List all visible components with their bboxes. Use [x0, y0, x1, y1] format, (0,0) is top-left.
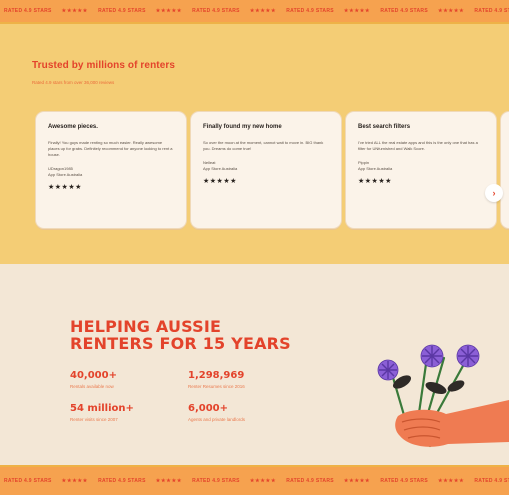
ticker-item: RATED 4.9 STARS★★★★★ [474, 8, 509, 14]
stat-visits: 54 million+ Renter visits since 2007 [70, 403, 134, 422]
ticker-text: RATED 4.9 STARS [192, 478, 240, 484]
chevron-right-icon: › [492, 188, 496, 198]
ticker-text: RATED 4.9 STARS [98, 478, 146, 484]
stat-label: Rentals available now [70, 384, 114, 389]
ticker-item: RATED 4.9 STARS ★★★★★ [98, 478, 182, 484]
ticker-item: RATED 4.9 STARS ★★★★★ [98, 8, 182, 14]
stat-value: 1,298,969 [188, 370, 245, 381]
ticker-item: RATED 4.9 STARS ★★★★★ [380, 8, 464, 14]
ticker-text: RATED 4.9 STARS [4, 8, 52, 14]
star-icon: ★★★★★ [437, 478, 465, 484]
star-rating: ★★★★★ [203, 178, 237, 185]
ticker-text: RATED 4.9 STARS [380, 478, 428, 484]
stats-section: HELPING AUSSIE RENTERS FOR 15 YEARS 40,0… [0, 264, 509, 465]
star-icon: ★★★★★ [249, 8, 277, 14]
stat-label: Agents and private landlords [188, 417, 246, 422]
ratings-ticker-top: RATED 4.9 STARS ★★★★★ RATED 4.9 STARS ★★★★★… [0, 0, 509, 24]
ticker-text: RATED 4.9 STARS [4, 478, 52, 484]
star-icon: ★★★★★ [437, 8, 465, 14]
review-title: Awesome pieces. [48, 124, 98, 130]
carousel-next-button[interactable]: › [485, 184, 503, 202]
ticker-text: RATED 4.9 STARS [98, 8, 146, 14]
star-icon: ★★★★★ [249, 478, 277, 484]
ticker-text: RATED 4.9 STARS [474, 478, 509, 484]
ticker-item: RATED 4.9 STARS ★★★★★ [286, 8, 370, 14]
ticker-item: RATED 4.9 STARS★★★★★ [474, 478, 509, 484]
ticker-item: RATED 4.9 STARS ★★★★★ [192, 8, 276, 14]
star-icon: ★★★★★ [61, 8, 89, 14]
review-title: Best search filters [358, 124, 411, 130]
star-rating: ★★★★★ [358, 178, 392, 185]
flower-bouquet-illustration [377, 344, 509, 448]
ticker-text: RATED 4.9 STARS [474, 8, 509, 14]
star-icon: ★★★★★ [343, 8, 371, 14]
reviews-title: Trusted by millions of renters [32, 60, 176, 71]
stat-agents: 6,000+ Agents and private landlords [188, 403, 245, 422]
reviews-subtitle: Rated 4.9 stars from over 36,000 reviews [32, 80, 115, 85]
review-source: App Store Australia [203, 165, 238, 171]
ratings-ticker-bottom: RATED 4.9 STARS ★★★★★ RATED 4.9 STARS ★★★★★… [0, 465, 509, 495]
star-icon: ★★★★★ [343, 478, 371, 484]
stat-rentals: 40,000+ Rentals available now [70, 370, 117, 389]
reviews-section: Trusted by millions of renters Rated 4.9… [0, 24, 509, 264]
ticker-text: RATED 4.9 STARS [286, 478, 334, 484]
review-source: App Store Australia [48, 171, 83, 177]
stat-resumes: 1,298,969 Renter Resumes since 2016 [188, 370, 245, 389]
review-body: Finally! You guys made renting so much e… [48, 140, 173, 157]
star-icon: ★★★★★ [155, 478, 183, 484]
stats-headline: HELPING AUSSIE RENTERS FOR 15 YEARS [70, 318, 291, 352]
star-icon: ★★★★★ [155, 8, 183, 14]
ticker-item: RATED 4.9 STARS ★★★★★ [4, 8, 88, 14]
review-title: Finally found my new home [203, 124, 282, 130]
ticker-item: RATED 4.9 STARS ★★★★★ [4, 478, 88, 484]
review-body: So over the moon at the moment, cannot w… [203, 140, 324, 151]
ticker-text: RATED 4.9 STARS [380, 8, 428, 14]
ticker-text: RATED 4.9 STARS [192, 8, 240, 14]
star-icon: ★★★★★ [61, 478, 89, 484]
review-body: I've tried ALL the real estate apps and … [358, 140, 478, 151]
review-card: Finally found my new home So over the mo… [191, 112, 341, 228]
headline-line-1: HELPING AUSSIE [70, 317, 222, 336]
ticker-item: RATED 4.9 STARS ★★★★★ [380, 478, 464, 484]
review-card-partial [501, 112, 509, 228]
ticker-text: RATED 4.9 STARS [286, 8, 334, 14]
review-card: Best search filters I've tried ALL the r… [346, 112, 496, 228]
stat-value: 6,000+ [188, 403, 229, 414]
review-source: App Store Australia [358, 165, 393, 171]
stat-label: Renter Resumes since 2016 [188, 384, 245, 389]
stat-value: 40,000+ [70, 370, 117, 381]
stat-label: Renter visits since 2007 [70, 417, 118, 422]
ticker-item: RATED 4.9 STARS ★★★★★ [192, 478, 276, 484]
stat-value: 54 million+ [70, 403, 134, 414]
headline-line-2: RENTERS FOR 15 YEARS [70, 334, 291, 353]
review-card: Awesome pieces. Finally! You guys made r… [36, 112, 186, 228]
star-rating: ★★★★★ [48, 184, 82, 191]
ticker-item: RATED 4.9 STARS ★★★★★ [286, 478, 370, 484]
